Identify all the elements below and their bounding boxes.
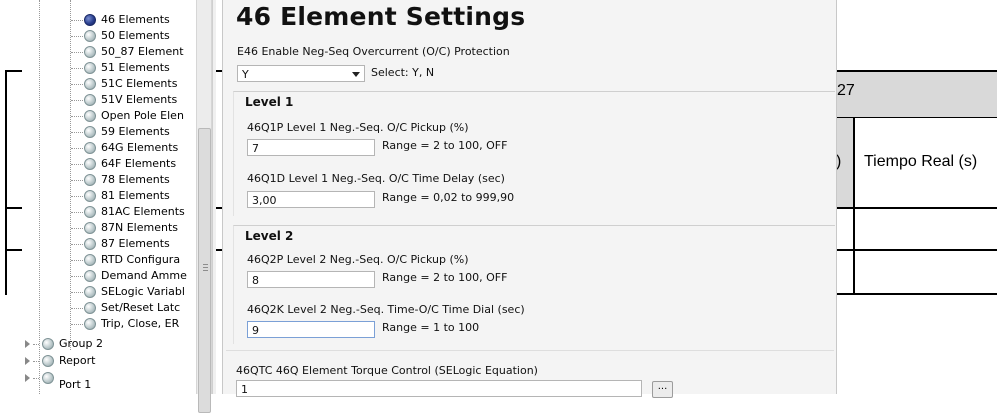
- e46-hint: Select: Y, N: [371, 66, 435, 79]
- node-icon: [84, 254, 96, 266]
- ellipsis-button[interactable]: ...: [652, 381, 673, 398]
- node-icon: [84, 30, 96, 42]
- node-icon: [84, 158, 96, 170]
- expand-icon[interactable]: [25, 340, 30, 348]
- scrollbar-thumb[interactable]: [198, 128, 211, 413]
- node-icon: [84, 126, 96, 138]
- table-line: [836, 117, 997, 118]
- e46-select[interactable]: Y: [237, 65, 365, 82]
- node-icon: [84, 286, 96, 298]
- tree-scrollbar[interactable]: [196, 0, 212, 413]
- q1d-label: 46Q1D Level 1 Neg.-Seq. O/C Time Delay (…: [247, 172, 505, 185]
- e46-label: E46 Enable Neg-Seq Overcurrent (O/C) Pro…: [237, 45, 510, 58]
- node-icon: [84, 46, 96, 58]
- page-title: 46 Element Settings: [236, 2, 526, 31]
- table-col-header: Tiempo Real (s): [864, 153, 978, 170]
- node-icon: [84, 174, 96, 186]
- q1d-range: Range = 0,02 to 999,90: [382, 191, 515, 204]
- table-line: [5, 70, 7, 295]
- q1p-range: Range = 2 to 100, OFF: [382, 139, 508, 152]
- level-1-title: Level 1: [245, 95, 294, 109]
- node-icon: [84, 62, 96, 74]
- table-header-text: 27: [837, 82, 855, 99]
- node-icon: [84, 94, 96, 106]
- splitter[interactable]: [212, 0, 216, 394]
- q2p-label: 46Q2P Level 2 Neg.-Seq. O/C Pickup (%): [247, 253, 469, 266]
- chevron-down-icon: [352, 72, 360, 77]
- divider: [226, 350, 834, 351]
- q1d-input[interactable]: 3,00: [247, 191, 375, 208]
- node-icon: [84, 222, 96, 234]
- table-header-fill: [836, 70, 997, 118]
- level-2-title: Level 2: [245, 229, 294, 243]
- qtc-input[interactable]: 1: [236, 380, 642, 397]
- expand-icon[interactable]: [25, 374, 30, 382]
- q2p-range: Range = 2 to 100, OFF: [382, 271, 508, 284]
- table-line: [853, 118, 855, 295]
- node-icon: [84, 206, 96, 218]
- active-node-icon: [84, 14, 96, 26]
- node-icon: [84, 270, 96, 282]
- node-icon: [84, 318, 96, 330]
- q2k-input[interactable]: 9: [247, 321, 375, 338]
- q1p-input[interactable]: 7: [247, 139, 375, 156]
- q1p-label: 46Q1P Level 1 Neg.-Seq. O/C Pickup (%): [247, 121, 469, 134]
- node-icon: [42, 338, 54, 350]
- node-icon: [84, 110, 96, 122]
- settings-tree: 46 Elements 50 Elements 50_87 Element 51…: [22, 0, 205, 394]
- qtc-label: 46QTC 46Q Element Torque Control (SELogi…: [236, 364, 538, 377]
- table-line: [836, 293, 997, 295]
- q2k-range: Range = 1 to 100: [382, 321, 480, 334]
- node-icon: [84, 238, 96, 250]
- node-icon: [42, 372, 54, 384]
- expand-icon[interactable]: [25, 357, 30, 365]
- node-icon: [42, 355, 54, 367]
- q2p-input[interactable]: 8: [247, 271, 375, 288]
- node-icon: [84, 78, 96, 90]
- node-icon: [84, 142, 96, 154]
- node-icon: [84, 302, 96, 314]
- tree-guide: [39, 0, 40, 394]
- q2k-label: 46Q2K Level 2 Neg.-Seq. Time-O/C Time Di…: [247, 303, 525, 316]
- node-icon: [84, 190, 96, 202]
